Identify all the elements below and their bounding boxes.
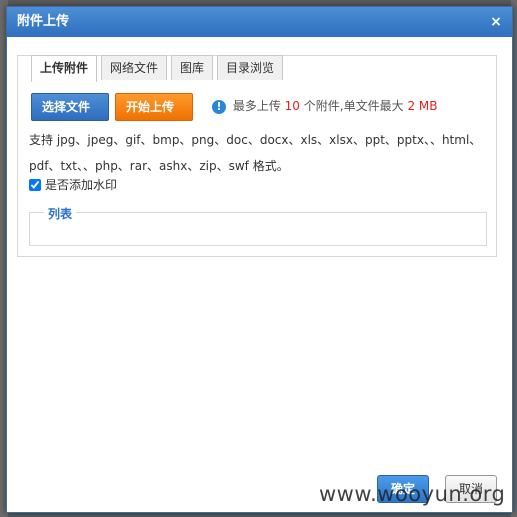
watermark-option[interactable]: 是否添加水印 (29, 176, 117, 193)
tab-upload[interactable]: 上传附件 (31, 55, 98, 82)
select-file-button[interactable]: 选择文件 (31, 93, 109, 121)
start-upload-button[interactable]: 开始上传 (115, 93, 193, 121)
file-list-legend: 列表 (44, 205, 77, 222)
dialog-titlebar[interactable]: 附件上传 × (7, 7, 512, 37)
max-count: 10 (284, 99, 300, 113)
tab-directory-browse[interactable]: 目录浏览 (217, 55, 284, 80)
close-icon[interactable]: × (488, 7, 504, 37)
supported-formats: 支持 jpg、jpeg、gif、bmp、png、doc、docx、xls、xls… (29, 133, 482, 173)
watermark-overlay-text: www.wooyun.org (319, 482, 506, 506)
max-size: 2 MB (407, 99, 438, 113)
tab-gallery[interactable]: 图库 (171, 55, 214, 80)
dialog-title: 附件上传 (17, 14, 70, 29)
upload-limit-text: ! 最多上传 10 个附件,单文件最大 2 MB (212, 97, 437, 114)
info-icon: ! (212, 100, 226, 114)
tab-bar: 上传附件 网络文件 图库 目录浏览 (31, 55, 287, 82)
watermark-label: 是否添加水印 (45, 178, 118, 192)
watermark-checkbox[interactable] (29, 178, 41, 191)
tab-network-file[interactable]: 网络文件 (101, 55, 168, 80)
upload-dialog: 附件上传 × 上传附件 网络文件 图库 目录浏览 选择文件 开始上传 ! 最多上… (6, 6, 513, 513)
file-list: 列表 (29, 205, 487, 246)
